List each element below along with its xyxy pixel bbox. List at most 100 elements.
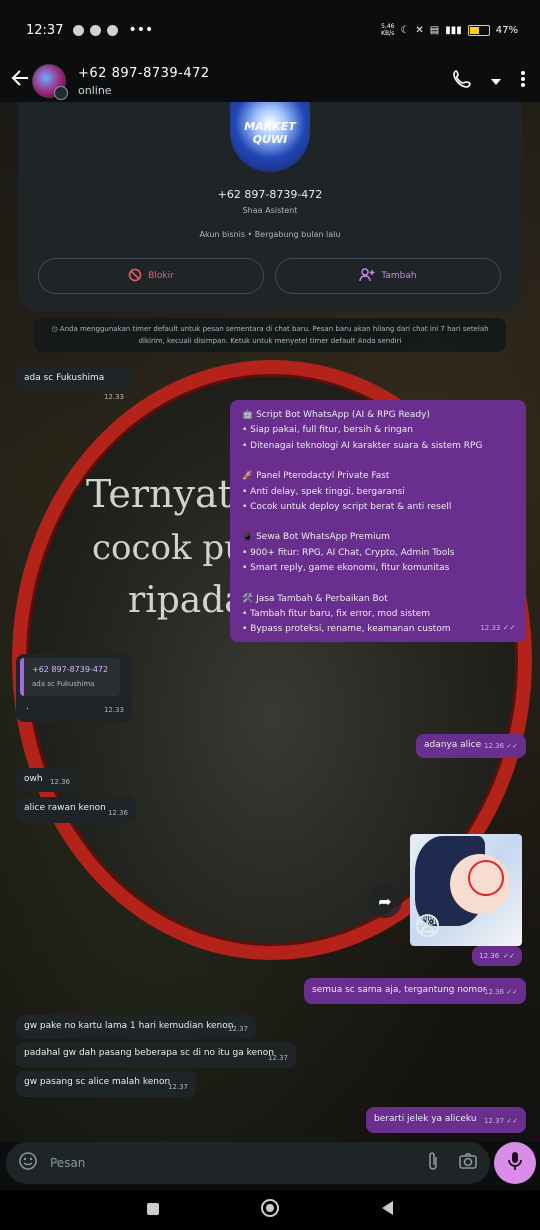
- call-icon[interactable]: [452, 69, 472, 93]
- message-line: • Siap pakai, full fitur, bersih & ringa…: [242, 425, 413, 436]
- block-button[interactable]: Blokir: [38, 258, 264, 294]
- message-outgoing[interactable]: semua sc sama aja, tergantung nomor 12.3…: [304, 978, 526, 1004]
- battery-percent: 47%: [495, 24, 518, 36]
- message-time: 12.33: [103, 393, 124, 401]
- message-line: • 900+ fitur: RPG, AI Chat, Crypto, Admi…: [242, 547, 455, 558]
- message-composer: Pesan: [6, 1142, 490, 1184]
- read-ticks-icon: ✓✓: [506, 988, 518, 996]
- message-incoming[interactable]: owh 12.36: [16, 768, 78, 792]
- message-text: ada sc Fukushima: [24, 373, 105, 383]
- message-time: 12.36: [483, 742, 505, 750]
- contact-info[interactable]: +62 897-8739-472 online: [78, 66, 210, 97]
- timer-icon: ◷: [51, 325, 60, 333]
- notice-text: Anda menggunakan timer default untuk pes…: [59, 325, 489, 345]
- quoted-author: +62 897-8739-472: [32, 665, 109, 674]
- message-line: 🛠️ Jasa Tambah & Perbaikan Bot: [242, 593, 388, 604]
- disappearing-messages-notice[interactable]: ◷ Anda menggunakan timer default untuk p…: [34, 318, 506, 352]
- message-time: 12.37: [267, 1054, 288, 1062]
- message-line: • Cocok untuk deploy script berat & anti…: [242, 502, 452, 513]
- read-ticks-icon: ✓✓: [506, 742, 518, 750]
- message-line: • Ditenagai teknologi AI karakter suara …: [242, 440, 483, 451]
- business-logo: MARKET QUWI: [230, 102, 310, 172]
- message-time: 12.33: [480, 624, 501, 632]
- block-label: Blokir: [148, 271, 174, 281]
- business-info: Akun bisnis • Bergabung bulan lalu: [199, 230, 341, 239]
- message-incoming[interactable]: alice rawan kenon 12.36: [16, 797, 136, 823]
- message-line: • Bypass proteksi, rename, keamanan cust…: [242, 624, 451, 635]
- network-speed: 5,46 KB/s: [381, 23, 395, 37]
- highlight-circle: [468, 860, 504, 896]
- message-line: 🤖 Script Bot WhatsApp (AI & RPG Ready): [242, 410, 430, 420]
- read-ticks-icon: ✓✓: [503, 952, 515, 960]
- quoted-text: ada sc Fukushima: [32, 680, 95, 688]
- message-time: 12.36: [49, 778, 70, 786]
- message-incoming-reply[interactable]: +62 897-8739-472 ada sc Fukushima . 12.3…: [16, 654, 132, 722]
- microphone-icon: [507, 1151, 523, 1175]
- message-text: semua sc sama aja, tergantung nomor: [312, 985, 487, 995]
- notification-icon: [73, 24, 85, 36]
- message-text: adanya alice: [424, 740, 482, 750]
- wifi-icon: ▤: [429, 24, 440, 36]
- message-outgoing[interactable]: adanya alice 12.36 ✓✓: [416, 734, 526, 758]
- home-icon[interactable]: [260, 1198, 280, 1222]
- notification-icon: [90, 24, 102, 36]
- more-notifications-icon: •••: [128, 22, 154, 38]
- business-profile-card: MARKET QUWI +62 897-8739-472 Shaa Asiste…: [18, 102, 522, 312]
- forward-icon[interactable]: ➦: [368, 884, 402, 918]
- message-text: padahal gw dah pasang beberapa sc di no …: [24, 1048, 274, 1058]
- signal-icon: ▮▮▮: [445, 24, 462, 36]
- business-badge-icon: [54, 86, 68, 100]
- message-incoming[interactable]: padahal gw dah pasang beberapa sc di no …: [16, 1042, 296, 1068]
- moon-icon: ☾: [400, 24, 410, 36]
- read-ticks-icon: ✓✓: [506, 1117, 518, 1125]
- message-line: 📱 Sewa Bot WhatsApp Premium: [242, 532, 390, 543]
- battery-icon: [467, 24, 490, 36]
- message-time: 12.37: [483, 1117, 505, 1125]
- message-time: 12.37: [227, 1025, 248, 1033]
- message-text: alice rawan kenon: [24, 803, 106, 813]
- message-incoming[interactable]: ada sc Fukushima 12.33: [16, 367, 132, 401]
- message-line: • Smart reply, game ekonomi, fitur komun…: [242, 563, 450, 574]
- business-phone: +62 897-8739-472: [217, 188, 323, 201]
- message-time: 12.36: [483, 988, 505, 996]
- message-incoming[interactable]: gw pake no kartu lama 1 hari kemudian ke…: [16, 1015, 256, 1039]
- message-line: • Tambah fitur baru, fix error, mod sist…: [242, 609, 430, 620]
- message-outgoing[interactable]: berarti jelek ya aliceku 12.37 ✓✓: [366, 1107, 526, 1133]
- message-text: berarti jelek ya aliceku: [374, 1114, 477, 1124]
- message-time: 12.33: [103, 706, 124, 714]
- read-ticks-icon: ✓✓: [502, 623, 516, 632]
- add-person-icon: [359, 267, 375, 285]
- mute-icon: ✕: [415, 24, 424, 36]
- message-time: 12.37: [167, 1083, 188, 1091]
- message-outgoing[interactable]: 🤖 Script Bot WhatsApp (AI & RPG Ready) •…: [230, 400, 526, 642]
- quoted-message[interactable]: +62 897-8739-472 ada sc Fukushima: [20, 658, 120, 696]
- message-emoji: 😨: [414, 912, 442, 942]
- message-line: 🚀 Panel Pterodactyl Private Fast: [242, 471, 390, 482]
- chat-header: +62 897-8739-472 online: [0, 60, 540, 102]
- image-message-time: 12.36 ✓✓: [472, 946, 522, 966]
- chevron-down-icon[interactable]: [490, 72, 502, 91]
- recents-icon[interactable]: [146, 1201, 160, 1220]
- avatar[interactable]: [32, 64, 68, 100]
- message-incoming[interactable]: gw pasang sc alice malah kenon 12.37: [16, 1071, 196, 1097]
- system-nav-bar: [0, 1190, 540, 1230]
- add-label: Tambah: [381, 271, 417, 281]
- camera-icon[interactable]: [458, 1152, 478, 1174]
- image-message[interactable]: 😨: [410, 834, 522, 946]
- message-text: .: [26, 702, 29, 712]
- message-line: • Anti delay, spek tinggi, bergaransi: [242, 486, 405, 497]
- business-description: Shaa Asistent: [242, 206, 298, 215]
- add-contact-button[interactable]: Tambah: [275, 258, 501, 294]
- contact-phone: +62 897-8739-472: [78, 65, 210, 81]
- attach-icon[interactable]: [426, 1151, 440, 1175]
- back-nav-icon[interactable]: [380, 1200, 394, 1220]
- sticker-icon[interactable]: [18, 1151, 38, 1175]
- microphone-button[interactable]: [494, 1142, 536, 1184]
- contact-status: online: [78, 83, 112, 97]
- message-text: gw pasang sc alice malah kenon: [24, 1077, 171, 1087]
- menu-dots-icon[interactable]: [520, 70, 526, 92]
- block-icon: [128, 268, 142, 285]
- message-input[interactable]: Pesan: [50, 1156, 408, 1170]
- message-time: 12.36: [107, 809, 128, 817]
- business-logo-text: MARKET QUWI: [244, 120, 296, 146]
